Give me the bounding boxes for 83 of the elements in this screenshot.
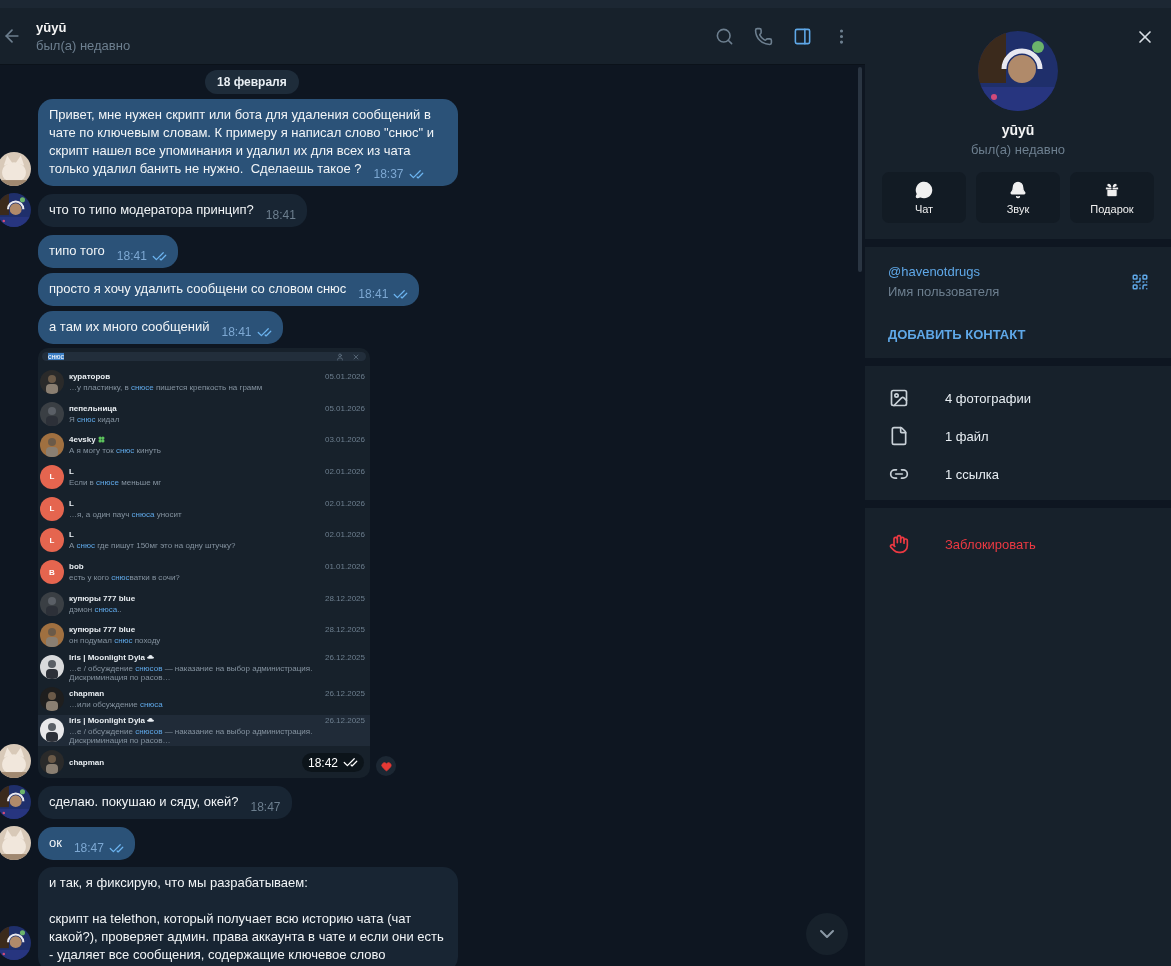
message-snippet: дэмон снюса.. (69, 604, 123, 614)
avatar: L (40, 464, 64, 489)
gift-icon (1103, 180, 1121, 199)
block-button[interactable]: Заблокировать (865, 530, 1171, 558)
media-item[interactable]: 4 фотографии (865, 384, 1171, 412)
message-snippet: …или обсуждение снюса (69, 699, 164, 709)
message-bubble: Привет, мне нужен скрипт или бота для удаления сообщений в чате по ключевым словам. К примеру я написал слово "снюс" и скрипт нашел все упоминания и удалил их для всех из чата только удалил банить не нужно. Сделаешь такое ? 18:37 (38, 99, 458, 186)
action-button[interactable]: Звук (976, 172, 1060, 223)
username[interactable]: @havenotdrugs (888, 264, 1131, 279)
message-bubble: а там их много сообщений 18:41 (38, 311, 283, 344)
reaction-badge[interactable] (376, 756, 396, 776)
date-label: 18 февраля (205, 70, 299, 94)
date: 28.12.2025 (324, 625, 365, 635)
chat-name: L (69, 498, 74, 508)
action-button[interactable]: Чат (882, 172, 966, 223)
date: 01.01.2026 (324, 562, 365, 572)
person-icon (336, 352, 344, 361)
chat-name: bob (69, 562, 84, 572)
close-icon (352, 352, 360, 361)
message-snippet: Я снюс кидал (69, 414, 121, 424)
date: 02.01.2026 (324, 530, 365, 540)
message-snippet: …е / обсуждение снюсов — наказание на выбор администрация. Дискриминация по расов… (69, 663, 314, 682)
search-icon[interactable] (715, 26, 734, 46)
message-bubble: ок 18:47 (38, 827, 135, 860)
message-bubble: просто я хочу удалить сообщени со словом снюс 18:41 (38, 273, 420, 306)
date: 26.12.2025 (324, 715, 365, 725)
qr-code-icon[interactable] (1131, 272, 1149, 291)
avatar: L (40, 496, 64, 521)
chat-name: Iris | Moonlight Dyla (69, 715, 155, 725)
chat-name: chapman (69, 688, 105, 698)
chat-name: L (69, 466, 74, 476)
date: 26.12.2025 (324, 688, 365, 698)
date: 05.01.2026 (324, 371, 365, 381)
profile-status: был(а) недавно (970, 142, 1066, 157)
media-item[interactable]: 1 ссылка (865, 460, 1171, 488)
chat-bubble-icon (915, 180, 933, 199)
chat-name: chapman (69, 757, 105, 767)
chat-status: был(а) недавно (36, 37, 132, 53)
chat-name: L (69, 530, 74, 540)
side-panel-icon[interactable] (793, 26, 812, 46)
bell-icon (1009, 180, 1027, 199)
username-label: Имя пользователя (888, 284, 1001, 299)
action-button[interactable]: Подарок (1070, 172, 1154, 223)
hand-icon (889, 534, 909, 554)
date: 02.01.2026 (324, 498, 365, 508)
profile-name: yūyū (1001, 122, 1035, 138)
message-snippet: …я, а один пауч снюса уносит (69, 509, 183, 519)
screenshot[interactable] (38, 348, 370, 778)
message-snippet: …у пластинку, в снюсе пишется крепкость на грамм (69, 382, 264, 392)
chat-name: купюры 777 blue (69, 625, 136, 635)
date: 05.01.2026 (324, 403, 365, 413)
heart-icon (380, 760, 392, 772)
message-snippet: Если в снюсе меньше мг (69, 477, 163, 487)
message-snippet: …е / обсуждение снюсов — наказание на выбор администрация. Дискриминация по расов… (69, 726, 314, 745)
date: 28.12.2025 (324, 593, 365, 603)
avatar: B (40, 560, 64, 585)
chat-title: yūyū (36, 19, 68, 35)
date: 02.01.2026 (324, 466, 365, 476)
message-time: 18:42 (301, 753, 364, 772)
add-contact-button[interactable]: ДОБАВИТЬ КОНТАКТ (888, 327, 1026, 342)
clover-icon (97, 436, 105, 444)
message-snippet: есть у кого снюсватки в сочи? (69, 573, 181, 583)
image-icon (889, 388, 909, 408)
message-bubble: и так, я фиксирую, что мы разрабатываем: скрипт на telethon, который получает всю историю чата (чат какой?), проверяет админ. права аккаунта в чате и если они есть - удаляет все сообщения, содержащие ключевое слово (38, 867, 458, 966)
avatar: L (40, 528, 64, 553)
phone-icon[interactable] (754, 26, 773, 46)
chat-name: пепельница (69, 403, 117, 413)
chat-name: купюры 777 blue (69, 593, 136, 603)
message-snippet: А снюс где пишут 150мг это на одну штучку? (69, 541, 237, 551)
file-icon (889, 426, 909, 446)
message-bubble: типо того 18:41 (38, 235, 178, 268)
chat-name: 4evsky (69, 435, 105, 445)
chat-name: Iris | Moonlight Dyla (69, 652, 155, 662)
message-snippet: он подумал снюс походу (69, 636, 162, 646)
message-bubble: сделаю. покушаю и сяду, окей? 18:47 (38, 786, 292, 819)
date: 26.12.2025 (324, 652, 365, 662)
media-item[interactable]: 1 файл (865, 422, 1171, 450)
scroll-down-button[interactable] (806, 913, 848, 955)
date: 03.01.2026 (324, 435, 365, 445)
message-bubble: что то типо модератора принцип? 18:41 (38, 194, 307, 227)
scrollbar[interactable] (858, 67, 862, 272)
chat-name: кураторов (69, 371, 111, 381)
message-snippet: А я могу ток снюс кинуть (69, 446, 162, 456)
